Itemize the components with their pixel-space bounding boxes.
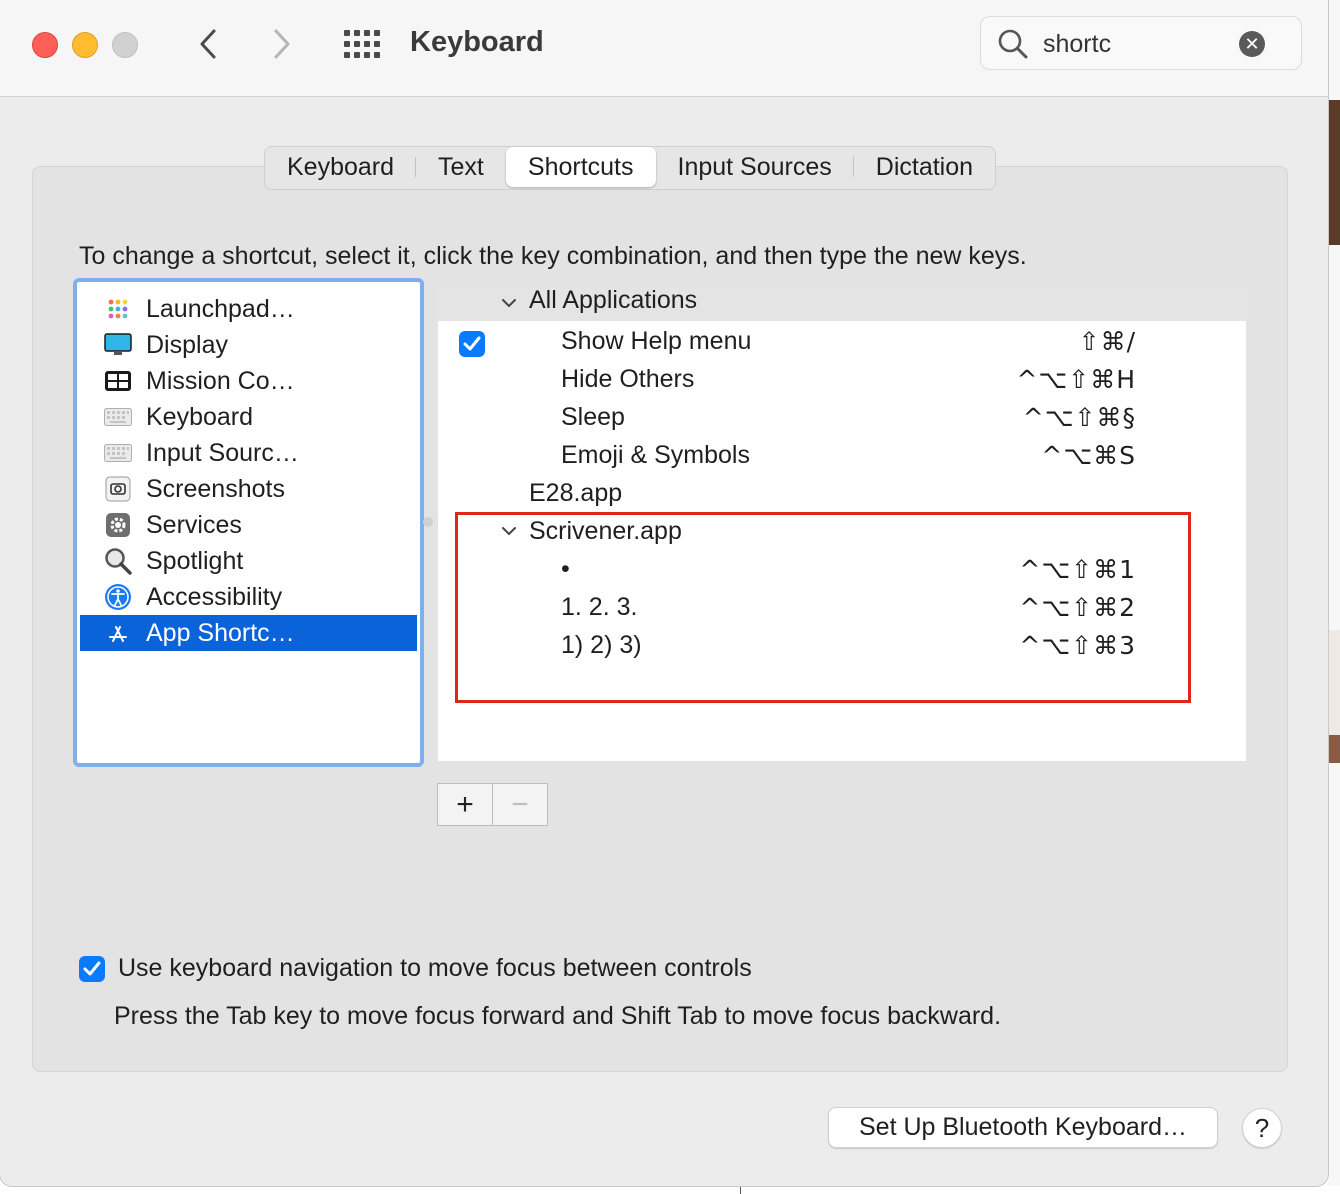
preferences-window: Keyboard ✕ Keyboard Text Shortcuts Input…	[0, 0, 1328, 1186]
background-bottom	[0, 1186, 1340, 1194]
app-store-icon	[104, 619, 132, 647]
app-group-e28[interactable]: E28.app	[438, 475, 1246, 513]
remove-shortcut-button[interactable]: −	[493, 784, 547, 825]
services-gear-icon	[104, 511, 132, 539]
close-window-button[interactable]	[32, 32, 58, 58]
sidebar-item-screenshots[interactable]: Screenshots	[80, 471, 417, 507]
shortcut-keys[interactable]: ⇧⌘/	[1079, 327, 1136, 356]
sidebar-item-app-shortcuts[interactable]: App Shortc…	[80, 615, 417, 651]
shortcut-keys[interactable]: ^⌥⇧⌘H	[1016, 365, 1136, 394]
annotation-highlight-box	[455, 512, 1191, 703]
group-header-all-applications[interactable]: All Applications	[438, 285, 1246, 321]
sidebar-item-spotlight[interactable]: Spotlight	[80, 543, 417, 579]
sidebar-item-accessibility[interactable]: Accessibility	[80, 579, 417, 615]
search-field[interactable]: ✕	[980, 16, 1302, 70]
tab-input-sources[interactable]: Input Sources	[656, 147, 855, 187]
sidebar-item-services[interactable]: Services	[80, 507, 417, 543]
add-remove-control: + −	[437, 783, 548, 826]
background-block	[1328, 100, 1340, 245]
sidebar-item-label: Spotlight	[146, 546, 244, 575]
instruction-text: To change a shortcut, select it, click t…	[79, 242, 1027, 270]
group-label: E28.app	[529, 479, 623, 507]
accessibility-icon	[104, 583, 132, 611]
spotlight-magnifier-icon	[104, 547, 132, 575]
window-title: Keyboard	[410, 26, 544, 58]
shortcut-label: Emoji & Symbols	[561, 441, 750, 469]
shortcut-label: Hide Others	[561, 365, 695, 393]
shortcut-row[interactable]: Sleep ^⌥⇧⌘§	[438, 399, 1246, 437]
keyboard-icon	[104, 403, 132, 431]
split-view-handle[interactable]	[423, 517, 433, 527]
sidebar-item-label: Mission Co…	[146, 366, 295, 395]
shortcut-row[interactable]: Show Help menu ⇧⌘/	[438, 323, 1246, 361]
background-window-strip	[1328, 0, 1340, 1194]
shortcut-label: Show Help menu	[561, 327, 752, 355]
sidebar-item-label: Keyboard	[146, 402, 254, 431]
tab-bar: Keyboard Text Shortcuts Input Sources Di…	[264, 146, 997, 190]
sidebar-item-input-sources[interactable]: Input Sourc…	[80, 435, 417, 471]
sidebar-item-keyboard[interactable]: Keyboard	[80, 399, 417, 435]
search-icon	[998, 29, 1028, 59]
sidebar-item-label: Display	[146, 330, 228, 359]
shortcut-label: Sleep	[561, 403, 625, 431]
sidebar-item-label: Services	[146, 510, 242, 539]
tab-shortcuts[interactable]: Shortcuts	[505, 147, 656, 187]
help-button[interactable]: ?	[1242, 1108, 1282, 1148]
mission-control-icon	[104, 367, 132, 395]
checkbox-checked-icon[interactable]	[459, 331, 485, 357]
shortcut-keys[interactable]: ^⌥⌘S	[1041, 441, 1136, 470]
sidebar-item-mission-control[interactable]: Mission Co…	[80, 363, 417, 399]
launchpad-icon	[104, 295, 132, 323]
sidebar-item-label: App Shortc…	[146, 618, 295, 647]
group-label: All Applications	[529, 286, 698, 314]
keyboard-navigation-checkbox[interactable]	[79, 956, 105, 982]
tab-text[interactable]: Text	[416, 147, 506, 187]
shortcut-row[interactable]: Emoji & Symbols ^⌥⌘S	[438, 437, 1246, 475]
keyboard-navigation-label: Use keyboard navigation to move focus be…	[118, 954, 752, 982]
shortcut-row[interactable]: Hide Others ^⌥⇧⌘H	[438, 361, 1246, 399]
back-chevron-icon[interactable]	[188, 24, 228, 64]
sidebar-item-launchpad[interactable]: Launchpad…	[80, 291, 417, 327]
tab-keyboard[interactable]: Keyboard	[265, 147, 417, 187]
sidebar-item-label: Launchpad…	[146, 294, 295, 323]
background-block	[1328, 630, 1340, 750]
keyboard-navigation-help: Press the Tab key to move focus forward …	[114, 1002, 1002, 1030]
sidebar-item-display[interactable]: Display	[80, 327, 417, 363]
titlebar: Keyboard ✕	[0, 0, 1328, 97]
minimize-window-button[interactable]	[72, 32, 98, 58]
tab-dictation[interactable]: Dictation	[854, 147, 995, 187]
chevron-down-icon[interactable]	[500, 291, 518, 320]
sidebar-item-label: Input Sourc…	[146, 438, 299, 467]
background-block	[1328, 735, 1340, 763]
screenshots-icon	[104, 475, 132, 503]
sidebar-item-label: Accessibility	[146, 582, 283, 611]
zoom-window-button[interactable]	[112, 32, 138, 58]
sidebar-item-label: Screenshots	[146, 474, 285, 503]
input-sources-icon	[104, 439, 132, 467]
add-shortcut-button[interactable]: +	[438, 784, 493, 825]
shortcut-keys[interactable]: ^⌥⇧⌘§	[1023, 403, 1136, 432]
display-icon	[104, 331, 132, 359]
show-all-grid-icon[interactable]	[342, 28, 382, 60]
category-list: Launchpad… Display Mission Co… Keyboard	[73, 278, 424, 767]
setup-bluetooth-keyboard-button[interactable]: Set Up Bluetooth Keyboard…	[828, 1107, 1218, 1148]
search-input[interactable]	[1041, 25, 1245, 63]
clear-search-icon[interactable]: ✕	[1239, 31, 1265, 57]
forward-chevron-icon[interactable]	[262, 24, 302, 64]
